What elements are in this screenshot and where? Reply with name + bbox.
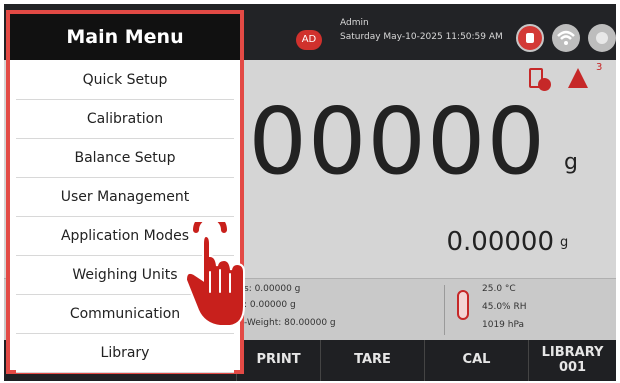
secondary-weight-unit: g [560, 235, 569, 250]
menu-item-balance-setup[interactable]: Balance Setup [16, 139, 234, 178]
power-icon[interactable] [588, 24, 616, 52]
pressure-value: 1019 hPa [482, 320, 525, 330]
info-divider [444, 285, 445, 335]
temperature-value: 25.0 °C [482, 284, 516, 294]
thermometer-icon [457, 290, 469, 320]
info-line-2: : 0.00000 g [244, 300, 296, 310]
alarm-icon[interactable] [568, 68, 588, 88]
print-button[interactable]: PRINT [236, 340, 320, 381]
user-name: Admin [340, 18, 369, 28]
tap-hand-icon [184, 222, 245, 327]
menu-item-calibration[interactable]: Calibration [16, 100, 234, 139]
main-menu-title: Main Menu [10, 14, 240, 60]
info-line-3: -Weight: 80.00000 g [244, 318, 336, 328]
tare-button[interactable]: TARE [320, 340, 424, 381]
humidity-value: 45.0% RH [482, 302, 527, 312]
menu-item-library[interactable]: Library [16, 334, 234, 373]
user-avatar[interactable]: AD [296, 30, 322, 50]
date-time: Saturday May-10-2025 11:50:59 AM [340, 32, 503, 42]
lock-icon[interactable] [516, 24, 544, 52]
alarm-count: 3 [596, 62, 603, 73]
library-button[interactable]: LIBRARY 001 [528, 340, 616, 381]
cal-button[interactable]: CAL [424, 340, 528, 381]
wifi-icon[interactable] [552, 24, 580, 52]
main-weight-unit[interactable]: g [564, 150, 578, 175]
menu-item-user-management[interactable]: User Management [16, 178, 234, 217]
info-line-1: s: 0.00000 g [244, 284, 301, 294]
menu-item-quick-setup[interactable]: Quick Setup [16, 61, 234, 100]
secondary-weight-readout: 0.00000 [446, 227, 554, 257]
